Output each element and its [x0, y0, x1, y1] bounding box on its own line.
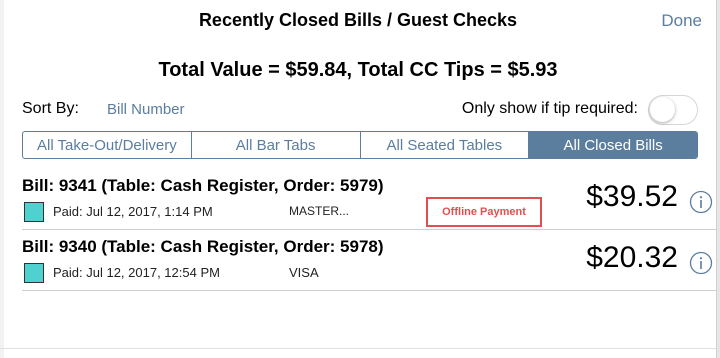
segment-bar-tabs[interactable]: All Bar Tabs — [192, 132, 361, 158]
info-icon[interactable] — [689, 251, 713, 280]
bill-color-swatch — [24, 263, 44, 283]
row-divider — [22, 229, 716, 230]
tip-required-toggle[interactable] — [648, 95, 698, 125]
done-button[interactable]: Done — [661, 11, 702, 31]
bill-card-type: MASTER... — [289, 204, 350, 218]
info-icon[interactable] — [689, 190, 713, 219]
sort-by-selector[interactable]: Bill Number — [107, 101, 185, 118]
bill-color-swatch — [24, 202, 44, 222]
bill-row[interactable]: Bill: 9341 (Table: Cash Register, Order:… — [22, 176, 716, 236]
left-edge-strip — [0, 0, 4, 358]
bill-card-type: VISA — [289, 265, 319, 280]
bill-paid-time: Paid: Jul 12, 2017, 1:14 PM — [53, 204, 213, 219]
bill-paid-time: Paid: Jul 12, 2017, 12:54 PM — [53, 265, 220, 280]
totals-summary: Total Value = $59.84, Total CC Tips = $5… — [158, 59, 558, 81]
bill-amount: $20.32 — [586, 241, 678, 274]
bill-amount: $39.52 — [586, 180, 678, 213]
bill-title: Bill: 9340 (Table: Cash Register, Order:… — [22, 237, 384, 256]
toggle-knob — [650, 97, 675, 122]
offline-payment-badge: Offline Payment — [426, 197, 542, 227]
tip-required-label: Only show if tip required: — [461, 100, 638, 117]
segment-seated-tables[interactable]: All Seated Tables — [361, 132, 530, 158]
row-divider — [22, 290, 716, 291]
bill-filter-segmented-control: All Take-Out/Delivery All Bar Tabs All S… — [22, 131, 698, 159]
segment-take-out-delivery[interactable]: All Take-Out/Delivery — [23, 132, 192, 158]
bill-row[interactable]: Bill: 9340 (Table: Cash Register, Order:… — [22, 237, 716, 297]
page-title: Recently Closed Bills / Guest Checks — [198, 10, 518, 30]
bill-title: Bill: 9341 (Table: Cash Register, Order:… — [22, 176, 384, 195]
bottom-divider — [0, 348, 716, 349]
closed-bills-sheet: Recently Closed Bills / Guest Checks Don… — [0, 0, 717, 358]
segment-closed-bills[interactable]: All Closed Bills — [529, 132, 697, 158]
sort-by-label: Sort By: — [22, 100, 79, 117]
